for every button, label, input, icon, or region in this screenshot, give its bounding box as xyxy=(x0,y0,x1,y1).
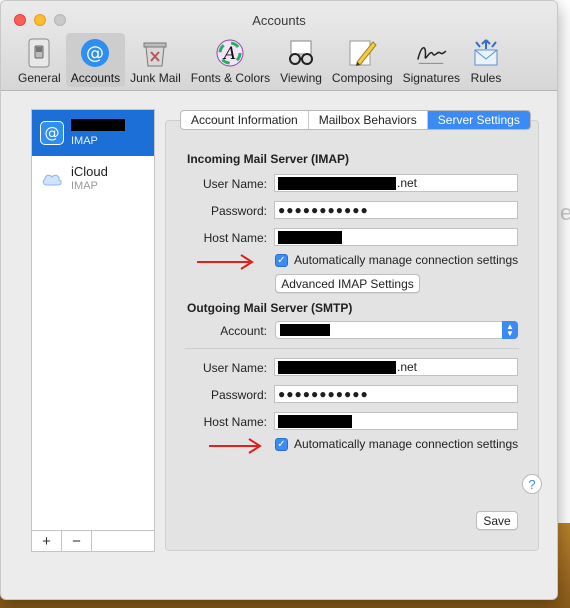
toolbar-label: Viewing xyxy=(280,71,322,85)
background-letter: e xyxy=(560,200,570,225)
toolbar-composing[interactable]: Composing xyxy=(327,33,398,87)
account-text: IMAP xyxy=(71,118,125,148)
toolbar-label: Signatures xyxy=(402,71,460,85)
toolbar-label: Rules xyxy=(470,71,502,85)
incoming-password-field[interactable]: ●●●●●●●●●●● xyxy=(274,201,518,219)
at-sign-icon: @ xyxy=(40,121,64,145)
incoming-section-title: Incoming Mail Server (IMAP) xyxy=(187,152,350,166)
rules-envelope-icon xyxy=(470,37,502,69)
tab-mailbox-behaviors[interactable]: Mailbox Behaviors xyxy=(309,111,428,129)
incoming-user-suffix: .net xyxy=(397,176,418,190)
general-switch-icon xyxy=(23,37,55,69)
toolbar-label: Composing xyxy=(331,71,393,85)
toolbar-junk-mail[interactable]: Junk Mail xyxy=(125,33,186,87)
incoming-user-field[interactable]: .net xyxy=(274,174,518,192)
incoming-password-value: ●●●●●●●●●●● xyxy=(278,203,369,217)
account-type: IMAP xyxy=(71,134,98,147)
toolbar-signatures[interactable]: Signatures xyxy=(398,33,465,87)
settings-tabs: Account Information Mailbox Behaviors Se… xyxy=(180,110,531,130)
checkmark-icon: ✓ xyxy=(275,437,288,451)
titlebar: Accounts General @ Accounts Junk Mail A … xyxy=(1,1,557,91)
outgoing-user-label: User Name: xyxy=(202,361,267,375)
preferences-toolbar: General @ Accounts Junk Mail A Fonts & C… xyxy=(13,33,507,87)
svg-text:@: @ xyxy=(86,43,104,64)
incoming-host-field[interactable] xyxy=(274,228,518,246)
toolbar-general[interactable]: General xyxy=(13,33,66,87)
outgoing-password-field[interactable]: ●●●●●●●●●●● xyxy=(274,385,518,403)
account-name xyxy=(71,118,125,134)
redaction-block xyxy=(278,414,352,428)
redaction-block xyxy=(278,176,396,190)
accounts-pane: @ IMAP iCloud IMAP + − Account Informati… xyxy=(1,92,557,599)
incoming-password-label: Password: xyxy=(210,204,267,218)
outgoing-host-label: Host Name: xyxy=(203,415,267,429)
outgoing-auto-manage-checkbox[interactable]: ✓ Automatically manage connection settin… xyxy=(275,437,518,451)
cloud-icon xyxy=(40,167,64,191)
outgoing-account-label: Account: xyxy=(220,324,267,338)
redaction-block xyxy=(280,324,330,336)
outgoing-auto-manage-label: Automatically manage connection settings xyxy=(294,437,519,451)
account-name: iCloud xyxy=(71,164,108,179)
glasses-icon xyxy=(285,37,317,69)
incoming-host-label: Host Name: xyxy=(203,231,267,245)
list-controls: + − xyxy=(31,530,155,552)
toolbar-viewing[interactable]: Viewing xyxy=(275,33,327,87)
toolbar-label: Fonts & Colors xyxy=(190,71,271,85)
tab-server-settings[interactable]: Server Settings xyxy=(427,111,530,129)
outgoing-password-value: ●●●●●●●●●●● xyxy=(278,387,369,401)
incoming-user-label: User Name: xyxy=(202,177,267,191)
junk-trash-icon xyxy=(139,37,171,69)
add-account-button[interactable]: + xyxy=(32,531,62,551)
toolbar-accounts[interactable]: @ Accounts xyxy=(65,33,126,87)
list-item-account-icloud[interactable]: iCloud IMAP xyxy=(32,156,154,202)
svg-text:A: A xyxy=(222,44,236,64)
preferences-window: Accounts General @ Accounts Junk Mail A … xyxy=(0,0,558,600)
annotation-arrow xyxy=(207,435,267,460)
advanced-imap-settings-button[interactable]: Advanced IMAP Settings xyxy=(275,274,420,293)
outgoing-section-title: Outgoing Mail Server (SMTP) xyxy=(187,301,353,315)
annotation-arrow xyxy=(195,252,259,275)
signature-icon xyxy=(415,37,447,69)
outgoing-user-suffix: .net xyxy=(397,360,418,374)
checkmark-icon: ✓ xyxy=(275,253,288,267)
outgoing-account-select[interactable]: ▲ ▼ xyxy=(275,321,518,339)
outgoing-user-field[interactable]: .net xyxy=(274,358,518,376)
toolbar-fonts-colors[interactable]: A Fonts & Colors xyxy=(186,33,275,87)
help-button[interactable]: ? xyxy=(522,474,542,494)
redaction-block xyxy=(71,118,125,131)
account-type: IMAP xyxy=(71,180,98,192)
account-text: iCloud IMAP xyxy=(71,165,108,193)
accounts-list: @ IMAP iCloud IMAP xyxy=(31,109,155,542)
at-sign-icon: @ xyxy=(79,37,111,69)
save-button[interactable]: Save xyxy=(476,511,518,530)
outgoing-host-field[interactable] xyxy=(274,412,518,430)
toolbar-label: General xyxy=(18,71,61,85)
chevron-updown-icon: ▲ ▼ xyxy=(502,321,518,339)
window-title: Accounts xyxy=(252,13,306,28)
toolbar-label: Junk Mail xyxy=(130,71,181,85)
outgoing-password-label: Password: xyxy=(210,388,267,402)
redaction-block xyxy=(278,360,396,374)
fonts-colors-icon: A xyxy=(214,37,246,69)
pencil-icon xyxy=(346,37,378,69)
toolbar-rules[interactable]: Rules xyxy=(465,33,507,87)
tab-account-information[interactable]: Account Information xyxy=(181,111,309,129)
toolbar-label: Accounts xyxy=(70,71,121,85)
incoming-auto-manage-checkbox[interactable]: ✓ Automatically manage connection settin… xyxy=(275,253,518,267)
remove-account-button[interactable]: − xyxy=(62,531,92,551)
redaction-block xyxy=(278,230,342,244)
list-item-account-imap[interactable]: @ IMAP xyxy=(32,110,154,156)
incoming-auto-manage-label: Automatically manage connection settings xyxy=(294,253,519,267)
section-divider xyxy=(185,348,519,349)
